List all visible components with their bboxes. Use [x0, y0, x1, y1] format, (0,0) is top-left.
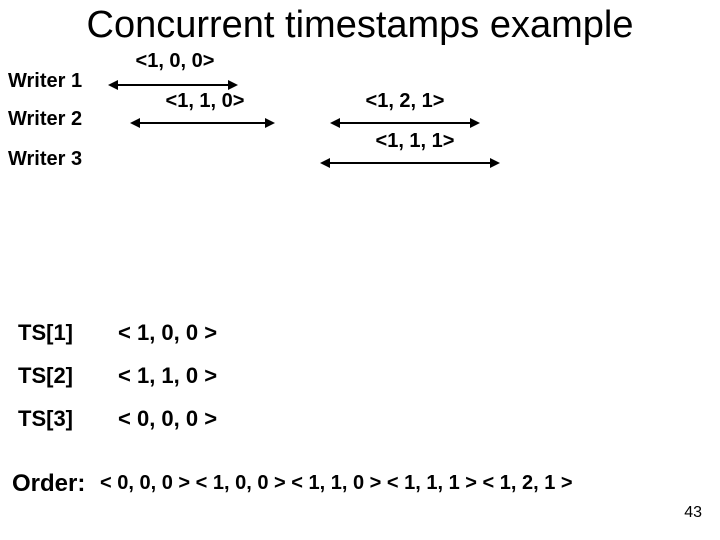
writer-2-ts-1: <1, 1, 0> — [150, 90, 260, 113]
writer-2-arrow-2 — [330, 116, 480, 130]
ts-row-1-label: TS[1] — [18, 320, 73, 346]
writer-1-label: Writer 1 — [8, 70, 82, 93]
ts-row-2-label: TS[2] — [18, 363, 73, 389]
writer-3-arrow-1 — [320, 156, 500, 170]
writer-1-ts-1: <1, 0, 0> — [120, 50, 230, 73]
writer-3-ts-1: <1, 1, 1> — [360, 130, 470, 153]
page-title: Concurrent timestamps example — [0, 4, 720, 47]
writer-2-arrow-1 — [130, 116, 275, 130]
order-sequence: < 0, 0, 0 > < 1, 0, 0 > < 1, 1, 0 > < 1,… — [100, 472, 573, 495]
writer-2-label: Writer 2 — [8, 108, 82, 131]
ts-row-1-value: < 1, 0, 0 > — [118, 320, 217, 346]
ts-row-3-label: TS[3] — [18, 406, 73, 432]
order-label: Order: — [12, 470, 85, 498]
ts-row-2-value: < 1, 1, 0 > — [118, 363, 217, 389]
page-number: 43 — [684, 504, 702, 522]
ts-row-3-value: < 0, 0, 0 > — [118, 406, 217, 432]
writer-3-label: Writer 3 — [8, 148, 82, 171]
writer-2-ts-2: <1, 2, 1> — [350, 90, 460, 113]
